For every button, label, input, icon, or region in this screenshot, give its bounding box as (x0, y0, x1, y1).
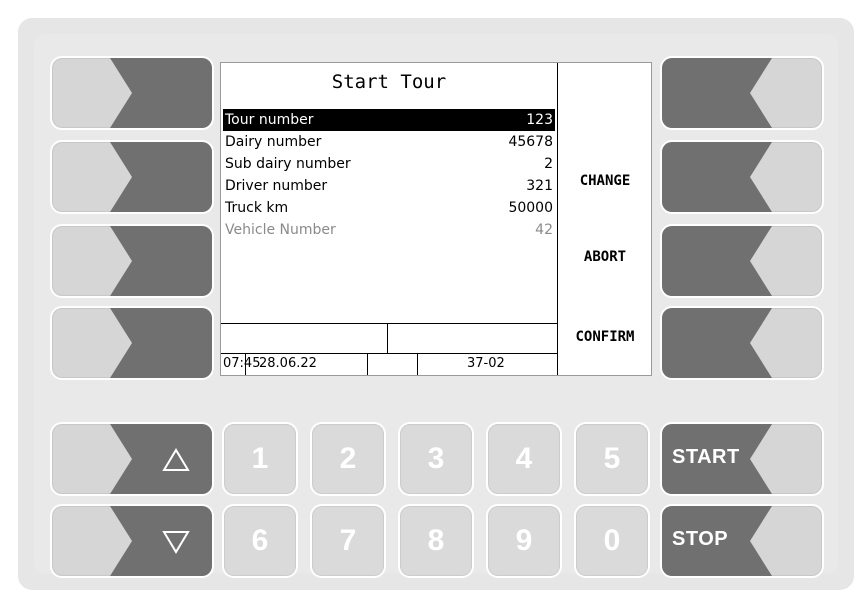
status-divider (367, 353, 368, 375)
right-softkey-3[interactable] (660, 224, 824, 298)
right-softkey-4[interactable] (660, 306, 824, 380)
status-divider (417, 353, 418, 375)
lcd-display: Start Tour Tour number 123 Dairy number … (220, 62, 652, 376)
key-1[interactable]: 1 (222, 422, 298, 496)
key-5[interactable]: 5 (574, 422, 650, 496)
field-label: Sub dairy number (225, 156, 351, 172)
status-divider-top (221, 323, 557, 324)
field-vehicle-number: Vehicle Number 42 (223, 219, 555, 241)
screen-title: Start Tour (331, 71, 447, 93)
left-softkey-1[interactable] (50, 56, 214, 130)
key-2[interactable]: 2 (310, 422, 386, 496)
key-3[interactable]: 3 (398, 422, 474, 496)
left-softkey-3[interactable] (50, 224, 214, 298)
field-label: Truck km (225, 200, 289, 216)
field-label: Dairy number (225, 134, 322, 150)
key-7[interactable]: 7 (310, 504, 386, 578)
right-chevron-icon (110, 226, 212, 296)
status-divider-mid (221, 353, 557, 354)
stop-label: STOP (672, 528, 729, 550)
status-divider (387, 323, 388, 353)
field-label: Driver number (225, 178, 328, 194)
key-8[interactable]: 8 (398, 504, 474, 578)
softkey-label-confirm: CONFIRM (575, 329, 635, 345)
right-softkey-2[interactable] (660, 140, 824, 214)
field-value: 50000 (508, 200, 553, 216)
left-softkey-4[interactable] (50, 306, 214, 380)
field-driver-number[interactable]: Driver number 321 (223, 175, 555, 197)
key-4[interactable]: 4 (486, 422, 562, 496)
right-chevron-icon (110, 308, 212, 378)
key-6[interactable]: 6 (222, 504, 298, 578)
field-truck-km[interactable]: Truck km 50000 (223, 197, 555, 219)
status-code: 37-02 (467, 356, 505, 371)
right-chevron-icon (110, 58, 212, 128)
up-button[interactable] (50, 422, 214, 496)
softkey-label-abort: ABORT (583, 249, 627, 265)
field-label: Tour number (225, 112, 314, 128)
status-time: 07:45 (223, 356, 261, 371)
field-dairy-number[interactable]: Dairy number 45678 (223, 131, 555, 153)
field-value: 123 (526, 112, 553, 128)
down-button[interactable] (50, 504, 214, 578)
field-tour-number[interactable]: Tour number 123 (223, 109, 555, 131)
left-chevron-icon (662, 142, 772, 212)
field-value: 321 (526, 178, 553, 194)
key-0[interactable]: 0 (574, 504, 650, 578)
field-value: 45678 (508, 134, 553, 150)
field-value: 42 (535, 222, 553, 238)
field-value: 2 (544, 156, 553, 172)
right-chevron-icon (110, 142, 212, 212)
status-date: 28.06.22 (259, 356, 317, 371)
right-softkey-1[interactable] (660, 56, 824, 130)
start-label: START (672, 446, 740, 468)
start-button[interactable]: START (660, 422, 824, 496)
field-label: Vehicle Number (225, 222, 336, 238)
softkey-divider (557, 63, 558, 375)
key-9[interactable]: 9 (486, 504, 562, 578)
softkey-label-change: CHANGE (579, 173, 631, 189)
left-chevron-icon (662, 58, 772, 128)
stop-button[interactable]: STOP (660, 504, 824, 578)
field-sub-dairy-number[interactable]: Sub dairy number 2 (223, 153, 555, 175)
left-softkey-2[interactable] (50, 140, 214, 214)
left-chevron-icon (662, 308, 772, 378)
left-chevron-icon (662, 226, 772, 296)
